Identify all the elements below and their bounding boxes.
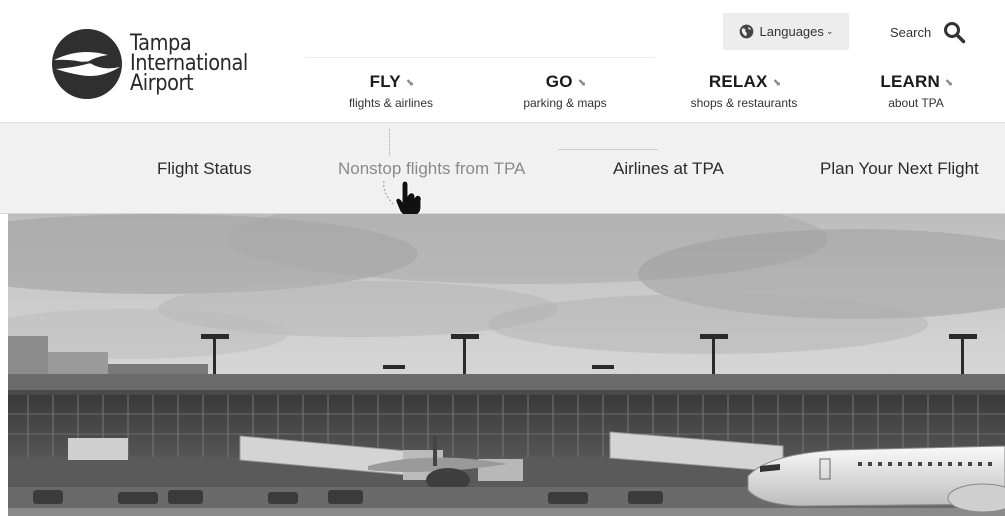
nav-label: FLY [369,72,401,91]
nav-divider [305,57,655,58]
nav-label: LEARN [880,72,940,91]
fly-submenu: Flight Status Nonstop flights from TPA A… [0,122,1005,217]
nav-sublabel: parking & maps [523,96,607,110]
submenu-divider [558,149,658,150]
nav-item-go[interactable]: GO ➡ parking & maps [510,72,620,110]
submenu-item-flight-status[interactable]: Flight Status [157,159,252,179]
nav-label: GO [545,72,573,91]
globe-icon [739,24,753,39]
submenu-item-airlines[interactable]: Airlines at TPA [613,159,724,179]
languages-button[interactable]: Languages ⌄ [723,13,849,50]
nav-item-relax[interactable]: RELAX ➡ shops & restaurants [676,72,812,110]
nav-item-learn[interactable]: LEARN ➡ about TPA [870,72,962,110]
arrow-down-right-icon: ➡ [941,76,956,91]
hover-indicator [389,129,390,155]
nav-label: RELAX [708,72,768,91]
airport-terminal-photo [8,214,1005,516]
search-icon [944,22,966,44]
search-label: Search [890,24,932,40]
main-nav: FLY ➡ flights & airlines GO ➡ parking & ma… [0,72,1005,120]
submenu-item-plan-flight[interactable]: Plan Your Next Flight [820,159,979,179]
arrow-down-right-icon: ➡ [574,76,589,91]
nav-sublabel: about TPA [888,96,944,110]
hand-pointer-icon [383,180,422,217]
site-header: Tampa International Airport Languages ⌄ … [0,0,1005,122]
search-button[interactable]: Search [890,18,966,46]
hero-image [8,214,1005,516]
languages-label: Languages [759,24,824,39]
chevron-down-icon: ⌄ [825,26,834,36]
arrow-down-right-icon: ➡ [402,76,417,91]
nav-sublabel: shops & restaurants [690,96,798,110]
nav-sublabel: flights & airlines [348,96,434,110]
submenu-item-nonstop-flights[interactable]: Nonstop flights from TPA [338,159,525,179]
nav-item-fly[interactable]: FLY ➡ flights & airlines [336,72,446,110]
arrow-down-right-icon: ➡ [769,76,784,91]
